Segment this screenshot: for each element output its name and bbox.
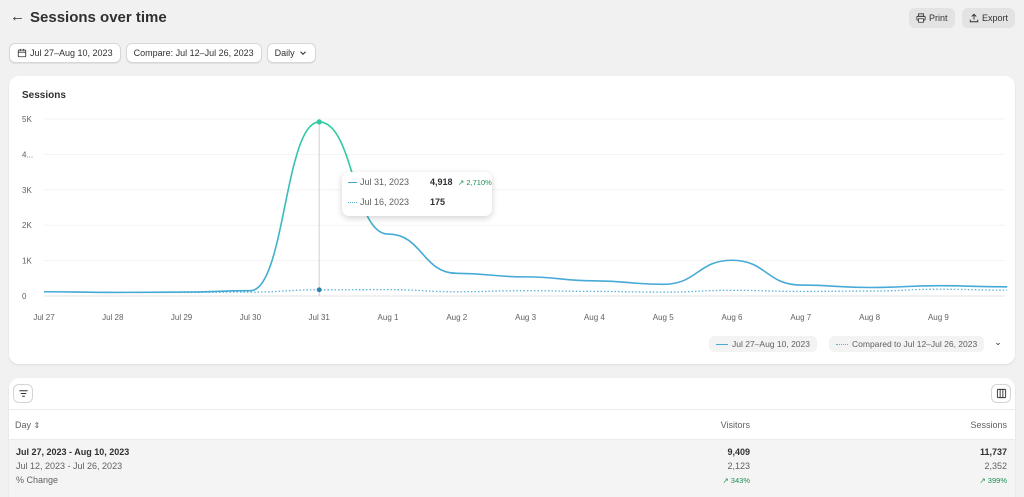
export-button[interactable]: Export [962, 8, 1016, 28]
x-tick-label: Jul 29 [171, 313, 193, 322]
tooltip-primary-date: Jul 31, 2023 [360, 177, 410, 187]
x-tick-label: Jul 27 [33, 313, 55, 322]
x-tick-label: Aug 2 [446, 313, 467, 322]
column-header-day-label: Day [15, 420, 32, 430]
legend-primary-swatch [716, 343, 728, 345]
chart-tooltip: Jul 31, 2023 4,918 ↗ 2,710% Jul 16, 2023… [342, 172, 492, 216]
tooltip-primary-change: ↗ 2,710% [458, 177, 492, 187]
row-compare-sessions: 2,352 [984, 461, 1007, 471]
chevron-down-icon[interactable]: ⌄ [991, 337, 1005, 351]
hover-point-compare [316, 287, 322, 293]
hover-point-primary [316, 119, 322, 125]
filter-button[interactable] [13, 384, 33, 403]
y-tick-label: 1K [22, 257, 32, 266]
x-tick-label: Aug 3 [515, 313, 536, 322]
x-tick-label: Aug 8 [859, 313, 880, 322]
granularity-label: Daily [274, 48, 295, 58]
compare-label: Compare: Jul 12–Jul 26, 2023 [133, 48, 254, 58]
tooltip-row-compare: Jul 16, 2023 175 [348, 196, 458, 208]
x-tick-label: Aug 5 [653, 313, 674, 322]
table-body: Jul 27, 2023 - Aug 10, 2023 9,409 11,737… [9, 440, 1015, 497]
legend-compare-swatch [836, 343, 848, 345]
y-tick-label: 5K [22, 115, 32, 124]
table-card: Day ⇕ Visitors Sessions Jul 27, 2023 - A… [9, 378, 1015, 497]
legend-compare-label: Compared to Jul 12–Jul 26, 2023 [852, 339, 978, 349]
chart-card: Sessions 0 1K 2K 3K 4... 5K Jul 27 Jul 28 Jul 29… [9, 76, 1015, 364]
calendar-icon [17, 48, 27, 58]
column-header-visitors[interactable]: Visitors [721, 420, 750, 430]
printer-icon [916, 13, 926, 23]
x-tick-label: Aug 4 [584, 313, 605, 322]
legend-primary-label: Jul 27–Aug 10, 2023 [732, 339, 810, 349]
y-tick-label: 3K [22, 186, 32, 195]
compare-picker[interactable]: Compare: Jul 12–Jul 26, 2023 [125, 43, 262, 63]
columns-icon [996, 388, 1006, 399]
chevron-down-icon [299, 51, 306, 56]
page-header: ← Sessions over time Print Export [0, 0, 1024, 40]
print-label: Print [929, 13, 948, 23]
row-change-visitors: ↗ 343% [722, 476, 750, 485]
date-range-label: Jul 27–Aug 10, 2023 [30, 48, 113, 58]
tooltip-compare-value: 175 [430, 197, 446, 207]
filter-lines-icon [18, 390, 28, 397]
row-current-visitors: 9,409 [727, 447, 750, 457]
tooltip-primary-swatch [348, 181, 357, 183]
legend-primary[interactable]: Jul 27–Aug 10, 2023 [709, 336, 817, 352]
export-label: Export [982, 13, 1009, 23]
date-range-picker[interactable]: Jul 27–Aug 10, 2023 [9, 43, 121, 63]
upload-icon [969, 13, 979, 23]
x-tick-label: Jul 31 [309, 313, 331, 322]
x-tick-label: Jul 28 [102, 313, 124, 322]
row-change-sessions: ↗ 399% [979, 476, 1007, 485]
page-title: Sessions over time [30, 9, 167, 26]
tooltip-compare-swatch [348, 201, 357, 203]
y-tick-label: 0 [22, 292, 27, 301]
x-tick-label: Aug 9 [928, 313, 949, 322]
row-compare-visitors: 2,123 [727, 461, 750, 471]
column-header-day[interactable]: Day ⇕ [15, 420, 40, 430]
column-header-sessions[interactable]: Sessions [970, 420, 1007, 430]
table-header: Day ⇕ Visitors Sessions [9, 409, 1015, 440]
granularity-select[interactable]: Daily [266, 43, 316, 63]
columns-button[interactable] [991, 384, 1011, 403]
sessions-chart[interactable]: 0 1K 2K 3K 4... 5K Jul 27 Jul 28 Jul 29 Jul 30 Jul… [9, 76, 1015, 326]
x-tick-label: Aug 6 [722, 313, 743, 322]
legend-compare[interactable]: Compared to Jul 12–Jul 26, 2023 [829, 336, 985, 352]
y-tick-label: 4... [22, 150, 33, 159]
back-arrow-icon[interactable]: ← [10, 8, 28, 28]
print-button[interactable]: Print [909, 8, 955, 28]
row-current-sessions: 11,737 [979, 447, 1007, 457]
row-current-label: Jul 27, 2023 - Aug 10, 2023 [16, 447, 130, 457]
sort-icon: ⇕ [33, 421, 41, 430]
filter-bar: Jul 27–Aug 10, 2023 Compare: Jul 12–Jul … [9, 43, 316, 63]
x-tick-label: Jul 30 [240, 313, 262, 322]
tooltip-primary-value: 4,918 [430, 177, 453, 187]
row-compare-label: Jul 12, 2023 - Jul 26, 2023 [16, 461, 123, 471]
tooltip-compare-date: Jul 16, 2023 [360, 197, 410, 207]
x-tick-label: Aug 1 [378, 313, 399, 322]
series-primary-line [43, 121, 1008, 294]
tooltip-row-primary: Jul 31, 2023 4,918 ↗ 2,710% [348, 176, 492, 188]
y-tick-label: 2K [22, 221, 32, 230]
x-tick-label: Aug 7 [790, 313, 811, 322]
row-change-label: % Change [16, 475, 59, 485]
